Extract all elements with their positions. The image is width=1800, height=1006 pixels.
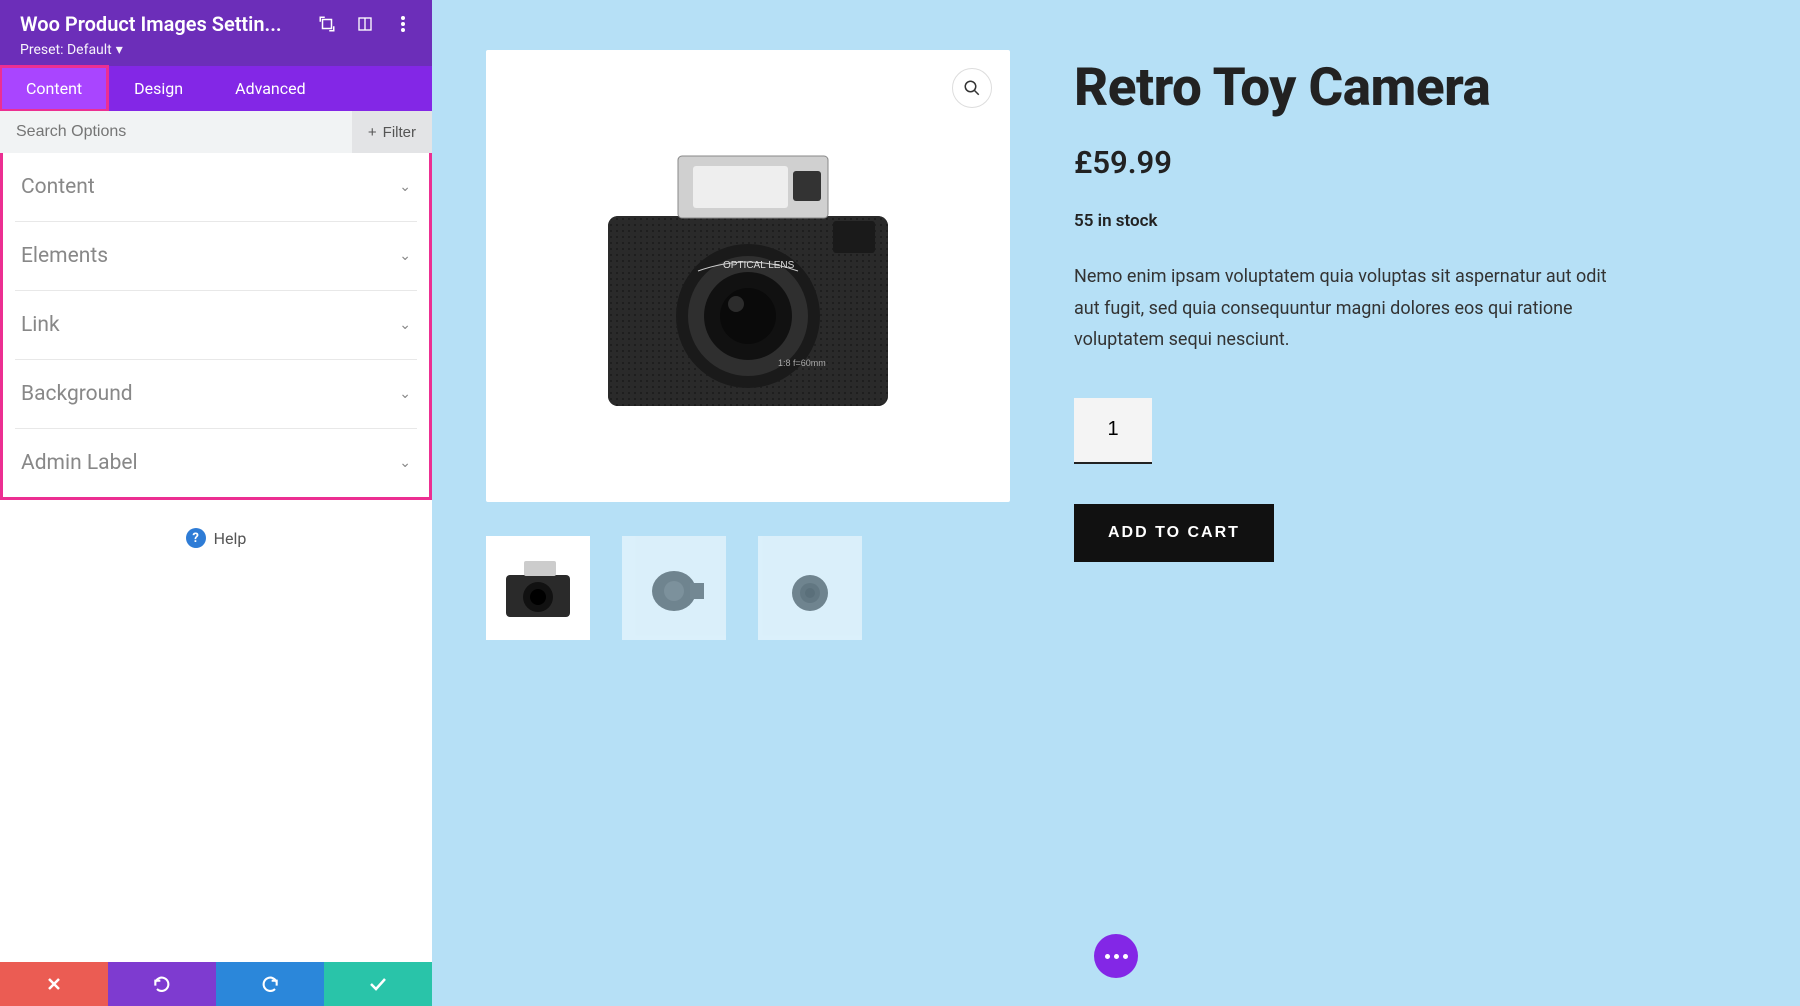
undo-button[interactable] bbox=[108, 962, 216, 1006]
preset-label: Preset: Default bbox=[20, 42, 112, 58]
accordion-label: Link bbox=[21, 313, 60, 337]
tab-content[interactable]: Content bbox=[0, 66, 108, 111]
accordion-content[interactable]: Content ⌄ bbox=[15, 153, 417, 222]
sidebar-header: Woo Product Images Settin... Preset: Def… bbox=[0, 0, 432, 66]
cancel-button[interactable] bbox=[0, 962, 108, 1006]
dot-icon bbox=[1123, 954, 1128, 959]
filter-button[interactable]: + Filter bbox=[352, 111, 432, 153]
stock-status: 55 in stock bbox=[1074, 211, 1746, 231]
product-details: Retro Toy Camera £59.99 55 in stock Nemo… bbox=[1074, 50, 1746, 640]
redo-button[interactable] bbox=[216, 962, 324, 1006]
settings-tabs: Content Design Advanced bbox=[0, 66, 432, 111]
accordion-elements[interactable]: Elements ⌄ bbox=[15, 222, 417, 291]
accordion-admin-label[interactable]: Admin Label ⌄ bbox=[15, 429, 417, 497]
chevron-down-icon: ⌄ bbox=[399, 455, 411, 471]
plus-icon: + bbox=[368, 124, 377, 141]
thumbnail-1[interactable] bbox=[486, 536, 590, 640]
main-product-image[interactable]: OPTICAL LENS 1:8 f=60mm bbox=[486, 50, 1010, 502]
product-row: OPTICAL LENS 1:8 f=60mm bbox=[486, 50, 1746, 640]
quantity-input[interactable] bbox=[1074, 398, 1152, 464]
preset-selector[interactable]: Preset: Default ▾ bbox=[20, 42, 412, 58]
help-icon: ? bbox=[186, 528, 206, 548]
caret-down-icon: ▾ bbox=[116, 42, 123, 58]
filter-label: Filter bbox=[383, 124, 416, 141]
accordion-label: Admin Label bbox=[21, 451, 138, 475]
layout-icon[interactable] bbox=[356, 15, 374, 33]
dot-icon bbox=[1114, 954, 1119, 959]
preview-canvas: OPTICAL LENS 1:8 f=60mm bbox=[432, 0, 1800, 1006]
search-input[interactable] bbox=[0, 111, 352, 153]
zoom-button[interactable] bbox=[952, 68, 992, 108]
tab-advanced[interactable]: Advanced bbox=[209, 66, 332, 111]
more-menu-icon[interactable] bbox=[394, 15, 412, 33]
chevron-down-icon: ⌄ bbox=[399, 386, 411, 402]
thumbnail-2[interactable] bbox=[622, 536, 726, 640]
help-link[interactable]: ? Help bbox=[0, 500, 432, 576]
chevron-down-icon: ⌄ bbox=[399, 248, 411, 264]
dot-icon bbox=[1105, 954, 1110, 959]
product-title: Retro Toy Camera bbox=[1074, 56, 1746, 118]
accordion-label: Content bbox=[21, 175, 95, 199]
tab-design[interactable]: Design bbox=[108, 66, 209, 111]
panel-title: Woo Product Images Settin... bbox=[20, 12, 306, 36]
expand-icon[interactable] bbox=[318, 15, 336, 33]
thumbnail-strip bbox=[486, 536, 1010, 640]
search-row: + Filter bbox=[0, 111, 432, 153]
help-label: Help bbox=[214, 529, 247, 548]
action-bar bbox=[0, 962, 432, 1006]
chevron-down-icon: ⌄ bbox=[399, 179, 411, 195]
settings-sidebar: Woo Product Images Settin... Preset: Def… bbox=[0, 0, 432, 1006]
save-button[interactable] bbox=[324, 962, 432, 1006]
camera-illustration: OPTICAL LENS 1:8 f=60mm bbox=[578, 126, 918, 426]
accordion-link[interactable]: Link ⌄ bbox=[15, 291, 417, 360]
product-price: £59.99 bbox=[1074, 144, 1746, 181]
add-to-cart-button[interactable]: ADD TO CART bbox=[1074, 504, 1274, 562]
product-gallery: OPTICAL LENS 1:8 f=60mm bbox=[486, 50, 1010, 640]
svg-text:OPTICAL LENS: OPTICAL LENS bbox=[723, 260, 795, 271]
thumbnail-3[interactable] bbox=[758, 536, 862, 640]
chevron-down-icon: ⌄ bbox=[399, 317, 411, 333]
accordion-label: Background bbox=[21, 382, 133, 406]
accordion-group: Content ⌄ Elements ⌄ Link ⌄ Background ⌄… bbox=[0, 153, 432, 500]
product-description: Nemo enim ipsam voluptatem quia voluptas… bbox=[1074, 261, 1614, 356]
svg-text:1:8 f=60mm: 1:8 f=60mm bbox=[778, 358, 826, 368]
accordion-background[interactable]: Background ⌄ bbox=[15, 360, 417, 429]
accordion-label: Elements bbox=[21, 244, 108, 268]
floating-action-button[interactable] bbox=[1094, 934, 1138, 978]
